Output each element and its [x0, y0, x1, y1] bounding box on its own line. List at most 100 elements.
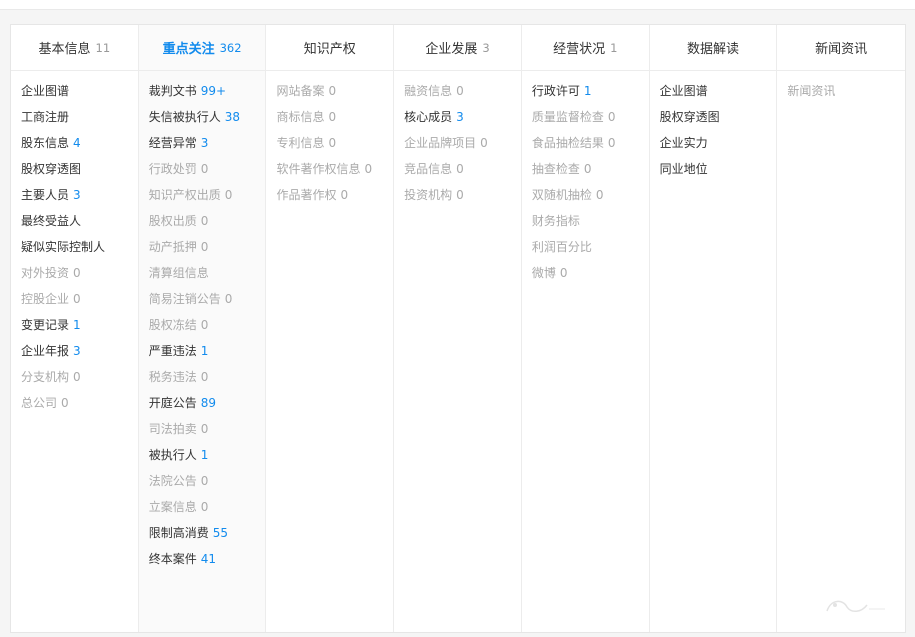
menu-item[interactable]: 分支机构 0 — [21, 369, 138, 395]
menu-item[interactable]: 双随机抽检 0 — [532, 187, 649, 213]
menu-column-development: 企业发展 3 融资信息 0 核心成员 3 企业品牌项目 0 竞品信息 0 投资机构 0 — [394, 25, 522, 632]
menu-item[interactable]: 投资机构 0 — [404, 187, 521, 213]
menu-item[interactable]: 开庭公告 89 — [149, 395, 266, 421]
menu-item-label: 股东信息 — [21, 136, 70, 150]
menu-item[interactable]: 财务指标 — [532, 213, 649, 239]
menu-item[interactable]: 清算组信息 — [149, 265, 266, 291]
menu-item[interactable]: 新闻资讯 — [787, 83, 905, 109]
menu-item[interactable]: 疑似实际控制人 — [21, 239, 138, 265]
menu-item-count: 0 — [340, 188, 349, 202]
menu-item-count: 41 — [200, 552, 217, 566]
tab-title: 重点关注 — [162, 42, 215, 57]
tab-ip[interactable]: 知识产权 — [266, 25, 394, 71]
menu-column-data-insight: 数据解读企业图谱 股权穿透图企业实力同业地位 — [649, 25, 778, 632]
menu-item[interactable]: 限制高消费 55 — [149, 525, 266, 551]
menu-item[interactable]: 变更记录 1 — [21, 317, 138, 343]
tab-count-badge: 11 — [95, 40, 111, 55]
menu-item[interactable]: 行政许可 1 — [532, 83, 649, 109]
menu-item[interactable]: 股权穿透图 — [660, 109, 777, 135]
menu-item-count: 0 — [200, 422, 209, 436]
menu-item[interactable]: 行政处罚 0 — [149, 161, 266, 187]
menu-item-label: 限制高消费 — [148, 526, 209, 540]
menu-item-label: 股权出质 — [148, 214, 197, 228]
menu-item[interactable]: 竞品信息 0 — [404, 161, 521, 187]
tab-title: 基本信息 — [38, 42, 91, 57]
menu-item[interactable]: 动产抵押 0 — [149, 239, 266, 265]
menu-item[interactable]: 被执行人 1 — [149, 447, 266, 473]
menu-item-count: 3 — [73, 188, 81, 202]
menu-item[interactable]: 商标信息 0 — [276, 109, 393, 135]
menu-item-count: 0 — [200, 370, 209, 384]
menu-item[interactable]: 食品抽检结果 0 — [532, 135, 649, 161]
menu-item[interactable]: 对外投资 0 — [21, 265, 138, 291]
menu-item[interactable]: 作品著作权 0 — [276, 187, 393, 213]
tab-operations[interactable]: 经营状况 1 — [521, 25, 649, 71]
menu-item-count: 99+ — [200, 84, 227, 98]
menu-item[interactable]: 总公司 0 — [21, 395, 138, 421]
menu-item[interactable]: 税务违法 0 — [149, 369, 266, 395]
menu-item-count: 0 — [559, 266, 568, 280]
menu-item-count: 0 — [583, 162, 592, 176]
menu-item[interactable]: 融资信息 0 — [404, 83, 521, 109]
menu-item[interactable]: 企业图谱 — [21, 83, 138, 109]
menu-item-label: 企业图谱 — [21, 84, 70, 98]
menu-item-count: 0 — [456, 162, 464, 176]
menu-item[interactable]: 企业图谱 — [660, 83, 777, 109]
menu-item[interactable]: 利润百分比 — [532, 239, 649, 265]
category-menu-panel: 基本信息 11 企业图谱 工商注册 股东信息 4 股权穿透图 主要人员 3 最终受益人 疑似实际控制… — [10, 24, 906, 633]
menu-item[interactable]: 股权冻结 0 — [149, 317, 266, 343]
menu-item-label: 对外投资 — [21, 266, 70, 280]
menu-item-label: 商标信息 — [276, 110, 325, 124]
tab-news[interactable]: 新闻资讯 — [777, 25, 906, 71]
menu-item-label: 微博 — [531, 266, 556, 280]
menu-item-count: 1 — [73, 318, 81, 332]
menu-item-count: 0 — [607, 110, 616, 124]
menu-item[interactable]: 软件著作权信息 0 — [276, 161, 393, 187]
menu-item[interactable]: 终本案件 41 — [149, 551, 266, 577]
tab-basic-info[interactable]: 基本信息 11 — [11, 25, 138, 71]
tab-key-focus[interactable]: 重点关注 362 — [138, 25, 266, 71]
tab-development[interactable]: 企业发展 3 — [394, 25, 521, 71]
menu-item[interactable]: 法院公告 0 — [149, 473, 266, 499]
menu-item[interactable]: 裁判文书 99+ — [149, 83, 266, 109]
menu-item-label: 企业年报 — [21, 344, 70, 358]
menu-item[interactable]: 主要人员 3 — [21, 187, 138, 213]
menu-item-label: 企业实力 — [659, 136, 708, 150]
menu-item-label: 动产抵押 — [148, 240, 197, 254]
menu-item-label: 股权穿透图 — [659, 110, 720, 124]
menu-item[interactable]: 同业地位 — [660, 161, 777, 187]
menu-item-label: 被执行人 — [148, 448, 197, 462]
menu-item-label: 质量监督检查 — [531, 110, 604, 124]
menu-item-label: 抽查检查 — [531, 162, 580, 176]
menu-column-operations: 经营状况 1 行政许可 1 质量监督检查 0 食品抽检结果 0 抽查检查 0 双随机抽检 0 财务指标利… — [521, 25, 650, 632]
menu-item-list: 企业图谱工商注册 股东信息 4 股权穿透图 主要人员 3 最终受益人 疑似实际控制人 对外投资 0… — [11, 71, 138, 421]
menu-item[interactable]: 控股企业 0 — [21, 291, 138, 317]
menu-item[interactable]: 企业实力 — [660, 135, 777, 161]
menu-item-count: 1 — [583, 84, 592, 98]
menu-item[interactable]: 失信被执行人 38 — [149, 109, 266, 135]
menu-item[interactable]: 经营异常 3 — [149, 135, 266, 161]
menu-item-label: 专利信息 — [276, 136, 325, 150]
menu-item[interactable]: 最终受益人 — [21, 213, 138, 239]
tab-title: 知识产权 — [303, 42, 356, 57]
menu-item[interactable]: 质量监督检查 0 — [532, 109, 649, 135]
menu-item[interactable]: 知识产权出质 0 — [149, 187, 266, 213]
menu-item[interactable]: 企业品牌项目 0 — [404, 135, 521, 161]
menu-item[interactable]: 简易注销公告 0 — [149, 291, 266, 317]
menu-item-count: 0 — [328, 84, 337, 98]
menu-item[interactable]: 司法拍卖 0 — [149, 421, 266, 447]
menu-item[interactable]: 工商注册 — [21, 109, 138, 135]
menu-item[interactable]: 严重违法 1 — [149, 343, 266, 369]
menu-item[interactable]: 立案信息 0 — [149, 499, 266, 525]
tab-data-insight[interactable]: 数据解读 — [649, 25, 777, 71]
menu-item[interactable]: 股东信息 4 — [21, 135, 138, 161]
menu-item[interactable]: 核心成员 3 — [404, 109, 521, 135]
menu-item[interactable]: 微博 0 — [532, 265, 649, 291]
menu-item[interactable]: 专利信息 0 — [276, 135, 393, 161]
menu-item-label: 投资机构 — [404, 188, 453, 202]
menu-item[interactable]: 抽查检查 0 — [532, 161, 649, 187]
menu-item[interactable]: 股权出质 0 — [149, 213, 266, 239]
menu-item[interactable]: 网站备案 0 — [276, 83, 393, 109]
menu-item[interactable]: 企业年报 3 — [21, 343, 138, 369]
menu-item[interactable]: 股权穿透图 — [21, 161, 138, 187]
